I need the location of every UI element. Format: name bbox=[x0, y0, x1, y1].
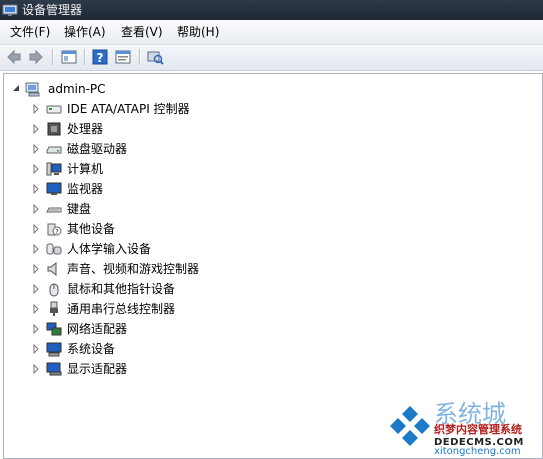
tree-root-node[interactable]: admin-PC bbox=[12, 80, 212, 98]
title-bar: 设备管理器 bbox=[0, 0, 543, 20]
tree-item-label: 人体学输入设备 bbox=[67, 242, 152, 256]
svg-text:?: ? bbox=[97, 51, 104, 65]
processor-icon bbox=[47, 122, 61, 136]
svg-text:?: ? bbox=[55, 228, 59, 236]
tree-item-label: 网络适配器 bbox=[67, 322, 128, 336]
collapsed-arrow-icon[interactable] bbox=[32, 144, 40, 154]
tree-item-monitors[interactable]: 监视器 bbox=[32, 180, 432, 198]
tree-item-label: 计算机 bbox=[67, 162, 104, 176]
forward-arrow-icon[interactable] bbox=[27, 48, 45, 66]
watermark-logo bbox=[390, 406, 430, 446]
toolbar-separator bbox=[52, 49, 53, 65]
sound-icon bbox=[47, 261, 57, 277]
collapsed-arrow-icon[interactable] bbox=[32, 124, 40, 134]
tree-item-label: IDE ATA/ATAPI 控制器 bbox=[67, 102, 190, 116]
tree-root-label: admin-PC bbox=[48, 82, 106, 96]
usb-icon bbox=[50, 301, 58, 316]
computer-icon bbox=[46, 162, 62, 176]
watermark-line1: 织梦内容管理系统 bbox=[434, 423, 522, 436]
collapsed-arrow-icon[interactable] bbox=[32, 264, 40, 274]
tree-item-label: 其他设备 bbox=[67, 222, 116, 236]
collapsed-arrow-icon[interactable] bbox=[32, 324, 40, 334]
tree-item-usb[interactable]: 通用串行总线控制器 bbox=[32, 300, 432, 318]
display-adapter-icon bbox=[46, 362, 62, 376]
tree-item-label: 声音、视频和游戏控制器 bbox=[67, 262, 200, 276]
tree-item-other-devices[interactable]: ? 其他设备 bbox=[32, 220, 432, 238]
collapsed-arrow-icon[interactable] bbox=[32, 284, 40, 294]
tree-item-label: 处理器 bbox=[67, 122, 104, 136]
tree-item-hid[interactable]: 人体学输入设备 bbox=[32, 240, 432, 258]
monitor-icon bbox=[46, 182, 62, 195]
tree-item-label: 监视器 bbox=[67, 182, 104, 196]
mouse-icon bbox=[49, 283, 59, 297]
tree-item-label: 显示适配器 bbox=[67, 362, 128, 376]
hid-icon bbox=[46, 243, 62, 255]
device-manager-app-icon bbox=[2, 4, 18, 16]
scan-hardware-icon[interactable] bbox=[146, 48, 164, 66]
tree-item-system-devices[interactable]: 系统设备 bbox=[32, 340, 432, 358]
show-hide-console-tree-icon[interactable] bbox=[60, 48, 78, 66]
network-adapter-icon bbox=[46, 322, 62, 336]
expanded-arrow-icon[interactable] bbox=[12, 84, 20, 94]
collapsed-arrow-icon[interactable] bbox=[32, 304, 40, 314]
menu-action[interactable]: 操作(A) bbox=[64, 24, 106, 40]
tree-item-keyboards[interactable]: 键盘 bbox=[32, 200, 432, 218]
collapsed-arrow-icon[interactable] bbox=[32, 344, 40, 354]
tree-item-ide[interactable]: IDE ATA/ATAPI 控制器 bbox=[32, 100, 432, 118]
tree-item-label: 通用串行总线控制器 bbox=[67, 302, 176, 316]
toolbar-separator bbox=[84, 49, 85, 65]
watermark: 系统城 织梦内容管理系统 DEDECMS.COM xitongcheng.com bbox=[385, 398, 543, 459]
help-icon[interactable]: ? bbox=[91, 48, 109, 66]
menu-help[interactable]: 帮助(H) bbox=[177, 24, 219, 40]
tree-item-computer[interactable]: 计算机 bbox=[32, 160, 432, 178]
menu-view[interactable]: 查看(V) bbox=[121, 24, 163, 40]
back-arrow-icon[interactable] bbox=[5, 48, 23, 66]
tree-item-label: 磁盘驱动器 bbox=[67, 142, 128, 156]
unknown-device-icon: ? bbox=[47, 223, 62, 236]
collapsed-arrow-icon[interactable] bbox=[32, 364, 40, 374]
toolbar: ? bbox=[0, 45, 543, 71]
collapsed-arrow-icon[interactable] bbox=[32, 184, 40, 194]
tree-item-display-adapters[interactable]: 显示适配器 bbox=[32, 360, 432, 378]
window-title: 设备管理器 bbox=[22, 3, 83, 17]
collapsed-arrow-icon[interactable] bbox=[32, 244, 40, 254]
menu-bar: 文件(F) 操作(A) 查看(V) 帮助(H) bbox=[0, 20, 543, 45]
tree-item-label: 鼠标和其他指针设备 bbox=[67, 282, 176, 296]
collapsed-arrow-icon[interactable] bbox=[32, 224, 40, 234]
tree-item-sound[interactable]: 声音、视频和游戏控制器 bbox=[32, 260, 432, 278]
collapsed-arrow-icon[interactable] bbox=[32, 204, 40, 214]
disk-drive-icon bbox=[46, 146, 62, 154]
tree-item-label: 系统设备 bbox=[67, 342, 116, 356]
toolbar-separator bbox=[139, 49, 140, 65]
computer-root-icon bbox=[25, 82, 40, 97]
watermark-line3: xitongcheng.com bbox=[434, 446, 521, 457]
tree-item-disk-drives[interactable]: 磁盘驱动器 bbox=[32, 140, 432, 158]
ide-controller-icon bbox=[46, 105, 62, 114]
tree-item-label: 键盘 bbox=[67, 202, 92, 216]
tree-item-mice[interactable]: 鼠标和其他指针设备 bbox=[32, 280, 432, 298]
keyboard-icon bbox=[46, 207, 62, 213]
tree-item-processor[interactable]: 处理器 bbox=[32, 120, 432, 138]
menu-file[interactable]: 文件(F) bbox=[10, 24, 50, 40]
collapsed-arrow-icon[interactable] bbox=[32, 164, 40, 174]
collapsed-arrow-icon[interactable] bbox=[32, 104, 40, 114]
tree-item-network-adapters[interactable]: 网络适配器 bbox=[32, 320, 432, 338]
properties-icon[interactable] bbox=[114, 48, 132, 66]
system-device-icon bbox=[46, 342, 62, 357]
